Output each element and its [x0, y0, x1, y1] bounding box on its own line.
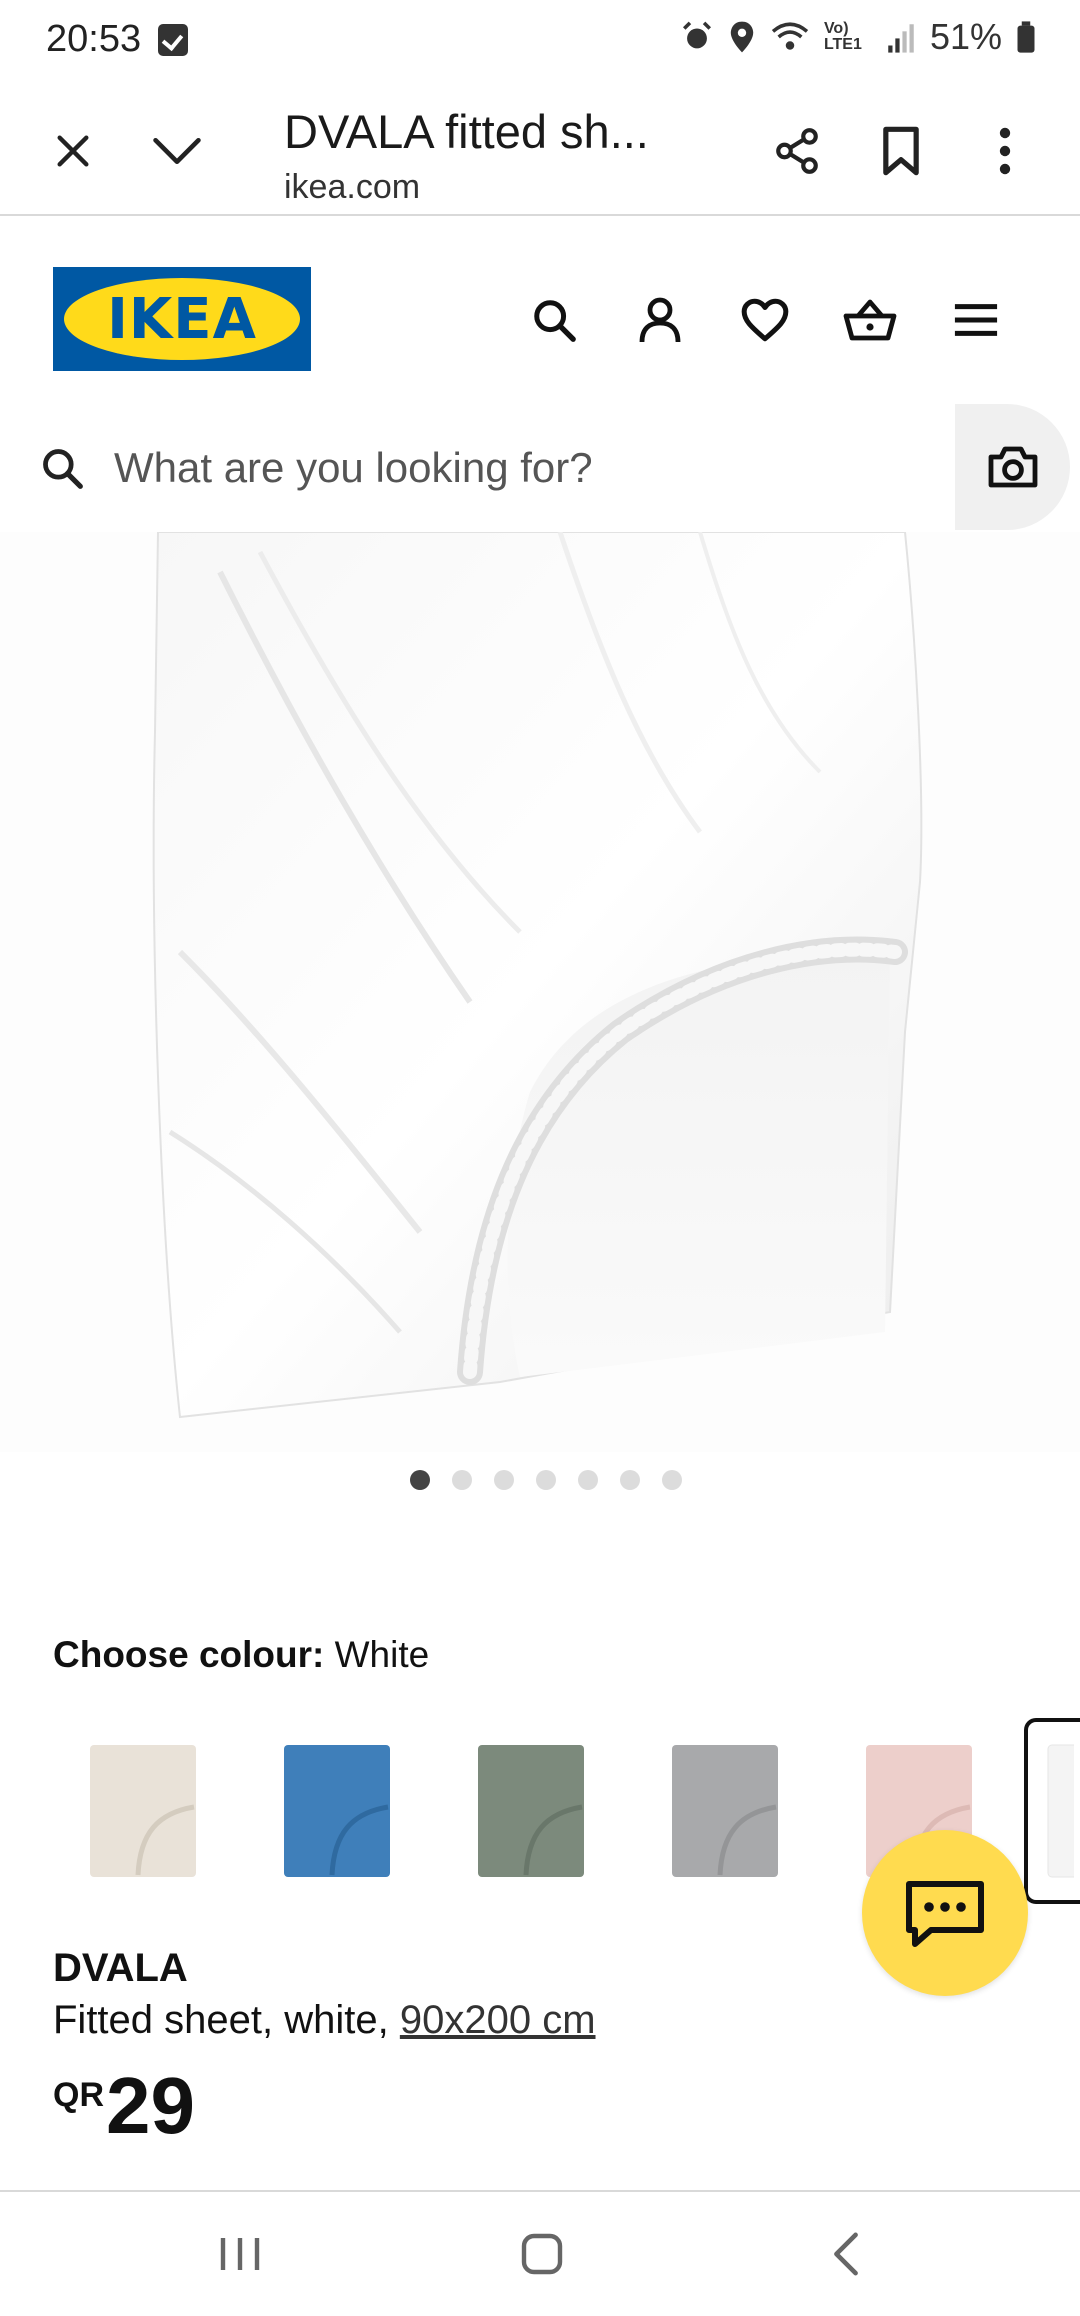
hamburger-menu-icon — [954, 304, 998, 336]
site-header: IKEA — [0, 218, 1080, 398]
carousel-dot[interactable] — [452, 1470, 472, 1490]
chat-icon — [906, 1881, 984, 1947]
back-icon — [834, 2232, 858, 2276]
carousel-dot[interactable] — [410, 1470, 430, 1490]
signal-icon — [888, 24, 914, 53]
status-time: 20:53 — [46, 18, 142, 60]
network-type: Vo) LTE1 — [823, 20, 862, 53]
close-icon — [57, 135, 89, 167]
battery-icon — [1017, 21, 1035, 53]
product-price: QR 29 — [53, 2066, 195, 2146]
colour-swatch-light-grey[interactable] — [635, 1718, 815, 1904]
ikea-logo[interactable]: IKEA — [53, 267, 311, 371]
search-input[interactable] — [114, 438, 934, 498]
colour-label-title: Choose colour: — [53, 1634, 325, 1675]
header-search-button[interactable] — [524, 290, 584, 350]
search-icon — [43, 449, 83, 489]
swatch-image — [284, 1745, 390, 1877]
more-options-button[interactable] — [960, 106, 1050, 196]
account-button[interactable] — [630, 290, 690, 350]
location-icon — [730, 21, 754, 53]
bottom-divider — [0, 2190, 1080, 2192]
image-carousel-dots — [0, 1470, 1080, 1494]
fitted-sheet-image — [152, 531, 923, 1419]
person-icon — [639, 297, 681, 343]
carousel-dot[interactable] — [536, 1470, 556, 1490]
wifi-icon — [771, 22, 809, 50]
tab-url: ikea.com — [284, 168, 421, 206]
swatch-image — [672, 1745, 778, 1877]
swatch-image — [478, 1745, 584, 1877]
battery-percent: 51% — [929, 16, 1002, 57]
bookmark-button[interactable] — [856, 106, 946, 196]
basket-icon — [843, 299, 897, 341]
colour-swatch-grey-green[interactable] — [441, 1718, 621, 1904]
search-field — [0, 408, 955, 528]
heart-icon — [741, 298, 789, 342]
carousel-dot[interactable] — [662, 1470, 682, 1490]
alarm-icon — [682, 21, 711, 49]
swatch-image — [1047, 1744, 1074, 1878]
colour-swatch-beige[interactable] — [53, 1718, 233, 1904]
close-tab-button[interactable] — [28, 106, 118, 196]
home-button[interactable] — [482, 2214, 602, 2294]
more-vert-icon — [999, 127, 1011, 175]
bookmark-icon — [883, 126, 919, 176]
camera-icon — [988, 446, 1037, 488]
chevron-down-icon — [153, 137, 201, 165]
share-icon — [776, 128, 818, 174]
carousel-dot[interactable] — [620, 1470, 640, 1490]
chat-button[interactable] — [862, 1830, 1028, 1996]
wishlist-button[interactable] — [735, 290, 795, 350]
share-button[interactable] — [752, 106, 842, 196]
product-description: Fitted sheet, white, 90x200 cm — [53, 1998, 596, 2043]
colour-label: Choose colour: White — [53, 1634, 429, 1676]
colour-selected-value: White — [334, 1634, 430, 1675]
search-bar — [0, 400, 1080, 532]
status-icons: Vo) LTE1 51% — [680, 16, 1036, 58]
tab-title: DVALA fitted sh... — [284, 105, 649, 158]
price-currency: QR — [53, 2076, 104, 2114]
colour-swatch-white[interactable] — [1024, 1718, 1080, 1904]
product-size-link[interactable]: 90x200 cm — [400, 1998, 596, 2042]
search-icon — [534, 300, 576, 342]
minimize-tab-button[interactable] — [132, 106, 222, 196]
product-name: DVALA — [53, 1946, 188, 1990]
recent-apps-icon — [220, 2238, 260, 2270]
system-nav-bar — [0, 2194, 1080, 2316]
product-desc-text: Fitted sheet, white, — [53, 1998, 400, 2042]
recent-apps-button[interactable] — [180, 2214, 300, 2294]
logo-text: IKEA — [107, 286, 257, 352]
status-bar: 20:53 Vo) LTE1 51% — [0, 0, 1080, 80]
home-icon — [521, 2233, 563, 2275]
product-image[interactable] — [0, 531, 1080, 1452]
carousel-dot[interactable] — [494, 1470, 514, 1490]
price-value: 29 — [106, 2061, 195, 2150]
basket-button[interactable] — [840, 290, 900, 350]
main-menu-button[interactable] — [946, 290, 1006, 350]
visual-search-button[interactable] — [955, 404, 1070, 530]
carousel-dot[interactable] — [578, 1470, 598, 1490]
swatch-image — [90, 1745, 196, 1877]
browser-tab-bar: DVALA fitted sh... ikea.com — [0, 80, 1080, 216]
back-button[interactable] — [786, 2214, 906, 2294]
logo-oval: IKEA — [64, 278, 300, 360]
notification-check-icon — [158, 24, 188, 56]
colour-swatch-blue[interactable] — [247, 1718, 427, 1904]
